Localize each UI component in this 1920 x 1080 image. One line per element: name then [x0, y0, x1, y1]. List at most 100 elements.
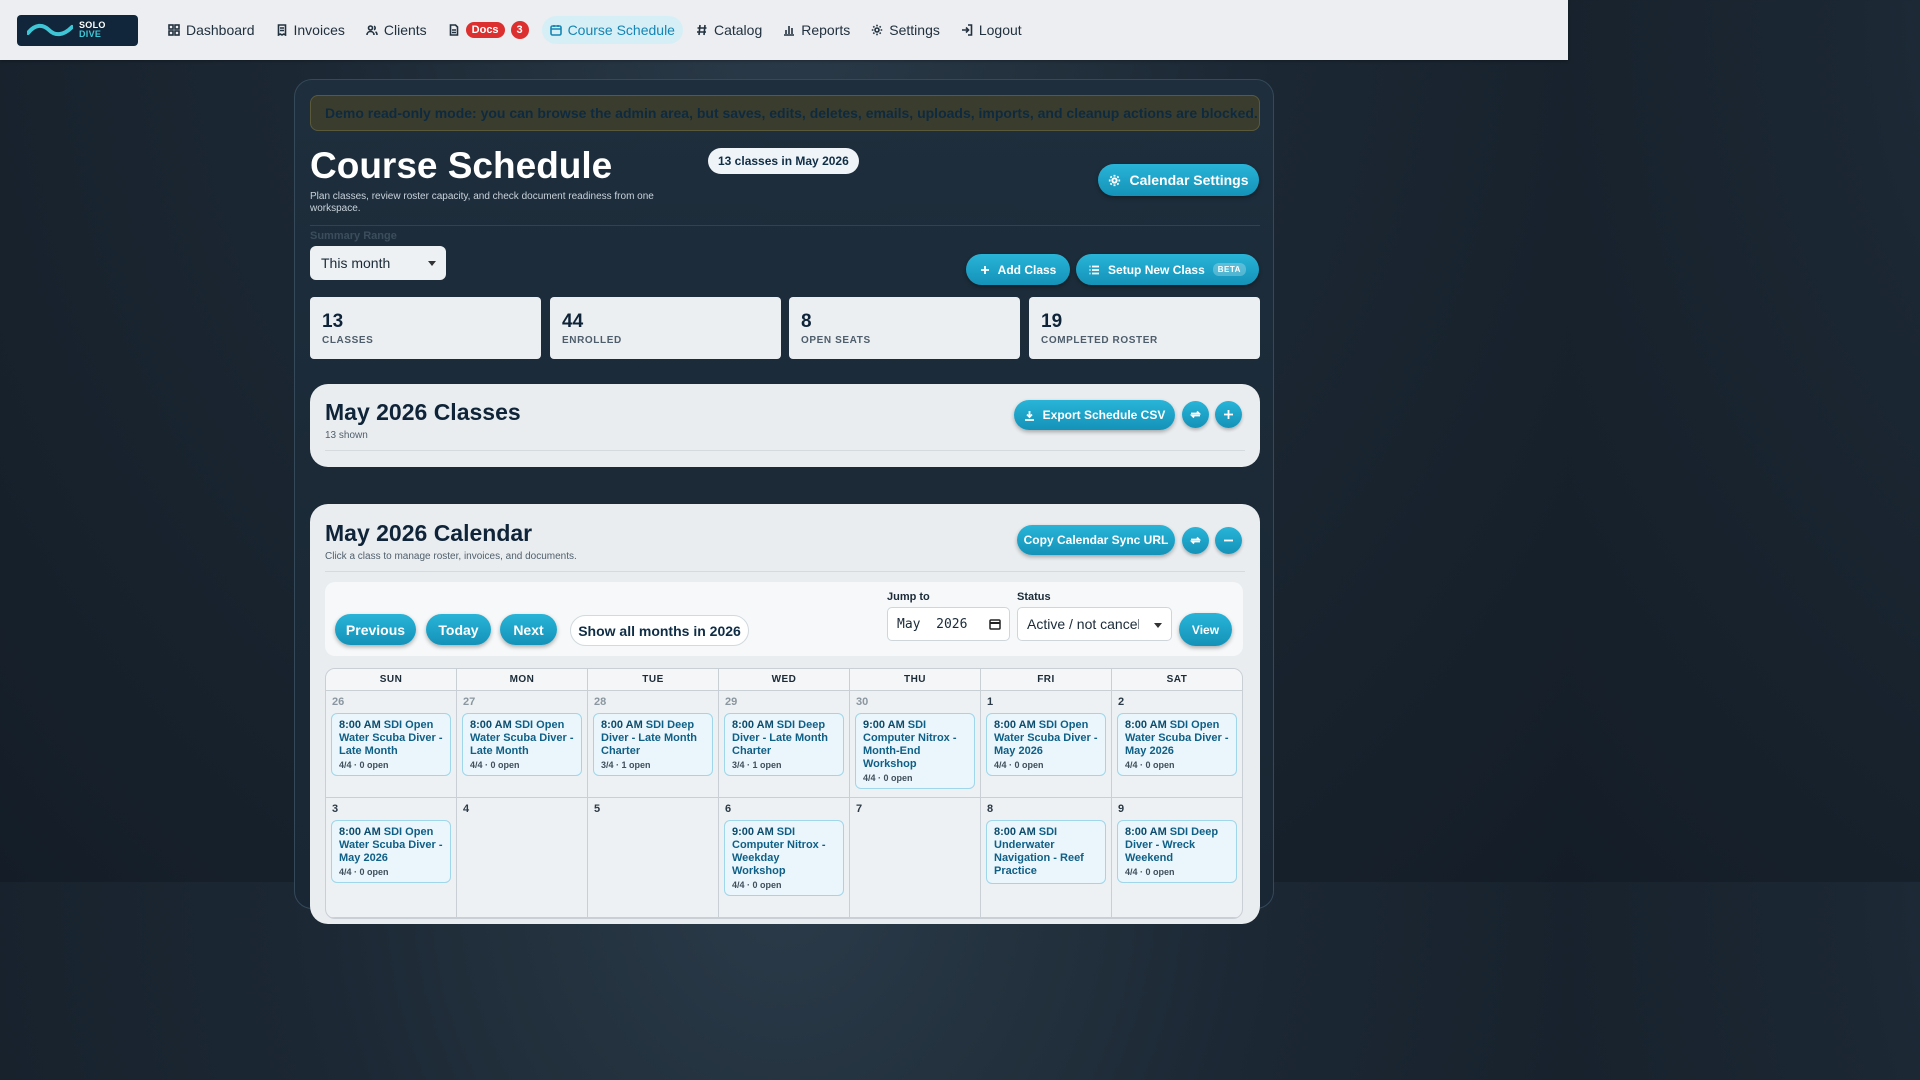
stat-value: 19: [1041, 311, 1063, 332]
jump-to-month-input[interactable]: May 2026: [887, 607, 1010, 641]
copy-calendar-sync-url-label: Copy Calendar Sync URL: [1023, 533, 1169, 547]
view-button[interactable]: View: [1179, 613, 1232, 646]
classes-card-title: May 2026 Classes: [325, 399, 521, 425]
class-event[interactable]: 8:00 AM SDI Open Water Scuba Diver - Late…: [331, 713, 451, 776]
today-button[interactable]: Today: [426, 614, 491, 645]
class-event[interactable]: 8:00 AM SDI Open Water Scuba Diver - Late…: [462, 713, 582, 776]
collapse-button[interactable]: [1215, 527, 1242, 554]
class-event[interactable]: 9:00 AM SDI Computer Nitrox - Weekday Wor…: [724, 820, 844, 896]
class-event[interactable]: 8:00 AM SDI Deep Diver - Late Month Chart…: [724, 713, 844, 776]
calendar-day[interactable]: 6 9:00 AM SDI Computer Nitrox - Weekday Wo…: [719, 798, 850, 917]
class-event-capacity: 4/4 · 0 open: [732, 880, 782, 890]
calendar-day[interactable]: 26 8:00 AM SDI Open Water Scuba Diver - La…: [326, 691, 457, 797]
demo-notice: Demo read-only mode: you can browse the …: [310, 95, 1260, 131]
calendar-day[interactable]: 4: [457, 798, 588, 917]
day-number: 3: [332, 803, 339, 815]
expand-button[interactable]: [1215, 401, 1242, 428]
card-divider: [325, 571, 1245, 572]
add-class-label: Add Class: [997, 262, 1057, 277]
calendar-day[interactable]: 7: [850, 798, 981, 917]
setup-new-class-button[interactable]: Setup New Class BETA: [1076, 254, 1259, 285]
class-event-capacity: 3/4 · 1 open: [732, 760, 782, 770]
class-event-time: 8:00 AM: [732, 719, 774, 731]
nav-catalog[interactable]: Catalog: [688, 16, 770, 44]
brand-name: SOLO DIVE: [79, 20, 106, 39]
nav-docs[interactable]: Docs 3: [440, 16, 537, 44]
class-event[interactable]: 8:00 AM SDI Open Water Scuba Diver - May …: [331, 820, 451, 883]
refresh-button[interactable]: [1182, 527, 1209, 554]
nav-logout[interactable]: Logout: [953, 16, 1030, 44]
class-event[interactable]: 9:00 AM SDI Computer Nitrox - Month-End W…: [855, 713, 975, 789]
plus-icon: [1224, 410, 1233, 419]
calendar-settings-label: Calendar Settings: [1129, 172, 1249, 188]
nav-reports[interactable]: Reports: [775, 16, 858, 44]
calendar-settings-button[interactable]: Calendar Settings: [1098, 164, 1259, 196]
class-event-capacity: 4/4 · 0 open: [339, 760, 389, 770]
calendar-day[interactable]: 28 8:00 AM SDI Deep Diver - Late Month Cha…: [588, 691, 719, 797]
day-number: 9: [1118, 803, 1125, 815]
calendar-day[interactable]: 5: [588, 798, 719, 917]
stat-value: 8: [801, 311, 812, 332]
class-event-capacity: 4/4 · 0 open: [1125, 867, 1175, 877]
show-all-months-label: Show all months in 2026: [578, 622, 741, 639]
status-select[interactable]: Active / not cancelled: [1017, 607, 1172, 641]
hash-icon: [696, 24, 707, 36]
minus-icon: [1224, 539, 1233, 542]
wave-icon: [27, 23, 73, 37]
gear-icon: [872, 24, 883, 36]
nav-invoices[interactable]: Invoices: [268, 16, 353, 44]
calendar-day[interactable]: 30 9:00 AM SDI Computer Nitrox - Month-End…: [850, 691, 981, 797]
calendar-day[interactable]: 27 8:00 AM SDI Open Water Scuba Diver - La…: [457, 691, 588, 797]
class-event[interactable]: 8:00 AM SDI Open Water Scuba Diver - May …: [1117, 713, 1237, 776]
class-event-title: 8:00 AM SDI Open Water Scuba Diver - Late…: [339, 719, 443, 758]
class-event[interactable]: 8:00 AM SDI Open Water Scuba Diver - May …: [986, 713, 1106, 776]
class-event[interactable]: 8:00 AM SDI Deep Diver - Wreck Weekend 4/4…: [1117, 820, 1237, 883]
class-event-time: 9:00 AM: [732, 826, 774, 838]
summary-range-select[interactable]: This month: [310, 246, 446, 280]
class-event[interactable]: 8:00 AM SDI Underwater Navigation - Reef …: [986, 820, 1106, 884]
calendar-card: May 2026 Calendar Click a class to manag…: [310, 504, 1260, 924]
dow-mon: MON: [457, 669, 588, 690]
stat-value: 13: [322, 311, 344, 332]
next-button[interactable]: Next: [500, 614, 557, 645]
class-event-time: 8:00 AM: [1125, 826, 1167, 838]
dow-sun: SUN: [326, 669, 457, 690]
nav-reports-label: Reports: [801, 22, 851, 38]
class-event-time: 9:00 AM: [863, 719, 905, 731]
calendar-day[interactable]: 29 8:00 AM SDI Deep Diver - Late Month Cha…: [719, 691, 850, 797]
refresh-icon: [1189, 410, 1202, 419]
nav-catalog-label: Catalog: [713, 22, 763, 38]
stat-value: 44: [562, 311, 584, 332]
calendar-icon: [989, 619, 1001, 630]
docs-count-badge: 3: [510, 21, 529, 39]
copy-calendar-sync-url-button[interactable]: Copy Calendar Sync URL: [1017, 525, 1175, 555]
class-event[interactable]: 8:00 AM SDI Deep Diver - Late Month Chart…: [593, 713, 713, 776]
add-class-button[interactable]: Add Class: [966, 254, 1070, 285]
calendar-day[interactable]: 1 8:00 AM SDI Open Water Scuba Diver - May…: [981, 691, 1112, 797]
calendar-week: 3 8:00 AM SDI Open Water Scuba Diver - May…: [326, 798, 1242, 918]
calendar-day[interactable]: 2 8:00 AM SDI Open Water Scuba Diver - May…: [1112, 691, 1242, 797]
calendar-day[interactable]: 3 8:00 AM SDI Open Water Scuba Diver - May…: [326, 798, 457, 917]
calendar-day[interactable]: 9 8:00 AM SDI Deep Diver - Wreck Weekend 4/…: [1112, 798, 1242, 917]
dow-thu: THU: [850, 669, 981, 690]
previous-button[interactable]: Previous: [335, 614, 416, 645]
show-all-months-button[interactable]: Show all months in 2026: [570, 615, 749, 646]
nav-course-schedule[interactable]: Course Schedule: [541, 16, 683, 44]
day-number: 29: [725, 696, 738, 708]
day-number: 2: [1118, 696, 1125, 708]
nav-settings[interactable]: Settings: [863, 16, 948, 44]
stat-label: COMPLETED ROSTER: [1041, 335, 1158, 346]
card-divider: [325, 450, 1245, 451]
class-event-title: 8:00 AM SDI Deep Diver - Late Month Chart…: [732, 719, 836, 758]
nav-clients[interactable]: Clients: [358, 16, 435, 44]
refresh-button[interactable]: [1182, 401, 1209, 428]
status-label: Status: [1017, 591, 1051, 603]
class-event-title: 8:00 AM SDI Open Water Scuba Diver - Late…: [470, 719, 574, 758]
today-label: Today: [438, 621, 479, 638]
calendar-day[interactable]: 8 8:00 AM SDI Underwater Navigation - Reef…: [981, 798, 1112, 917]
nav-dashboard[interactable]: Dashboard: [160, 16, 263, 44]
logo[interactable]: SOLO DIVE: [17, 14, 138, 46]
export-schedule-csv-button[interactable]: Export Schedule CSV: [1014, 400, 1175, 430]
jump-to-value: May 2026: [897, 616, 968, 632]
classes-card: May 2026 Classes 13 shown Export Schedul…: [310, 384, 1260, 467]
